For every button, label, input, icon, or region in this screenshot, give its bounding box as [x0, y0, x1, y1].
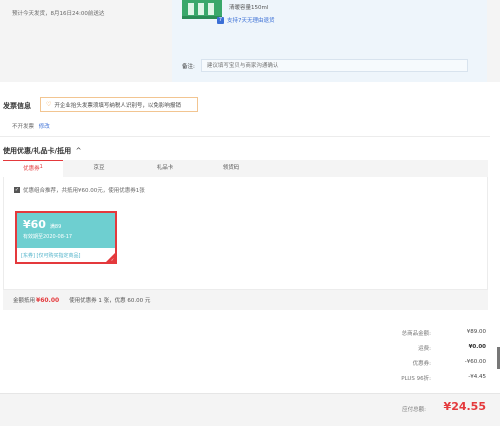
tab-coupons[interactable]: 优惠券1: [3, 160, 63, 177]
coupon-amount: ¥60: [23, 218, 46, 231]
applied-amount: ¥60.00: [36, 296, 60, 304]
tip-warning-icon: ♡: [46, 101, 52, 108]
coupon-panel: ✓ 优惠组合推荐，共抵用¥60.00元，使用优惠券1张 ¥60 满89 有效期至…: [3, 177, 488, 290]
invoice-status: 不开发票 修改: [12, 122, 50, 130]
coupon-expiry: 有效期至2020-08-17: [23, 234, 73, 240]
delivery-estimate: 预计今天发货，8月16日24:00前送达: [12, 11, 105, 17]
summary-row-coupon: 优惠券: -¥60.00: [412, 359, 486, 367]
remark-label: 备注:: [182, 63, 195, 70]
tab-coupons-count: 1: [39, 164, 43, 170]
coupon-card-top: ¥60 满89 有效期至2020-08-17: [17, 213, 115, 248]
return-policy: 7 支持7天无理由退货: [217, 16, 275, 24]
coupon-section-toggle[interactable]: 使用优惠/礼品卡/抵用 ^: [3, 146, 81, 156]
checkbox-icon[interactable]: ✓: [14, 187, 20, 193]
invoice-title: 发票信息: [3, 102, 31, 110]
total-label: 应付总额:: [402, 407, 426, 413]
tab-gift-card[interactable]: 礼品卡: [135, 160, 195, 177]
total-bar: 应付总额: ¥24.55: [0, 393, 500, 426]
return-policy-text[interactable]: 支持7天无理由退货: [227, 16, 275, 24]
chevron-up-icon: ^: [75, 147, 82, 155]
order-block: 预计今天发货，8月16日24:00前送达 清暖容量150ml 7 支持7天无理由…: [0, 0, 500, 82]
coupon-applied-bar: 金额抵用 ¥60.00 使用优惠券 1 张，优惠 60.00 元: [3, 290, 488, 310]
coupon-tags: [东券] [仅可购买指定商品]: [21, 253, 81, 259]
invoice-edit-link[interactable]: 修改: [39, 124, 50, 130]
invoice-status-text: 不开发票: [12, 124, 35, 130]
selected-check-icon: ✓: [110, 257, 115, 262]
coupon-section-title: 使用优惠/礼品卡/抵用: [3, 147, 72, 155]
summary-row-plus-discount: PLUS 96折: -¥4.45: [401, 374, 486, 382]
applied-detail: 使用优惠券 1 张，优惠 60.00 元: [69, 298, 151, 304]
total-value: ¥24.55: [443, 400, 486, 413]
recommend-option-text: 优惠组合推荐，共抵用¥60.00元，使用优惠券1张: [23, 188, 145, 194]
summary-row-subtotal: 总商品金额: ¥89.00: [401, 329, 486, 337]
invoice-tip-text: 开企业抬头发票须填写纳税人识别号，以免影响报销: [54, 102, 181, 109]
tab-jingdou[interactable]: 京豆: [69, 160, 129, 177]
price-summary: 总商品金额: ¥89.00 运费: ¥0.00 优惠券: -¥60.00 PLU…: [336, 329, 486, 389]
divider: [0, 136, 490, 137]
applied-label: 金额抵用: [13, 298, 36, 304]
remark-row: 备注:: [182, 59, 468, 72]
summary-row-shipping: 运费: ¥0.00: [418, 344, 486, 352]
product-spec: 清暖容量150ml: [229, 5, 269, 11]
tab-redeem-code[interactable]: 领货码: [201, 160, 261, 177]
product-thumbnail[interactable]: [182, 0, 222, 19]
coupon-condition: 满89: [49, 224, 62, 230]
coupon-tabs: 优惠券1 京豆 礼品卡 领货码: [3, 160, 488, 177]
product-area: 清暖容量150ml 7 支持7天无理由退货 备注:: [172, 0, 487, 82]
invoice-tip: ♡ 开企业抬头发票须填写纳税人识别号，以免影响报销: [40, 97, 198, 112]
recommend-option[interactable]: ✓ 优惠组合推荐，共抵用¥60.00元，使用优惠券1张: [14, 186, 145, 194]
return-icon: 7: [217, 16, 224, 24]
coupon-card[interactable]: ¥60 满89 有效期至2020-08-17 [东券] [仅可购买指定商品] ✓: [15, 211, 117, 264]
remark-input[interactable]: [200, 59, 468, 72]
